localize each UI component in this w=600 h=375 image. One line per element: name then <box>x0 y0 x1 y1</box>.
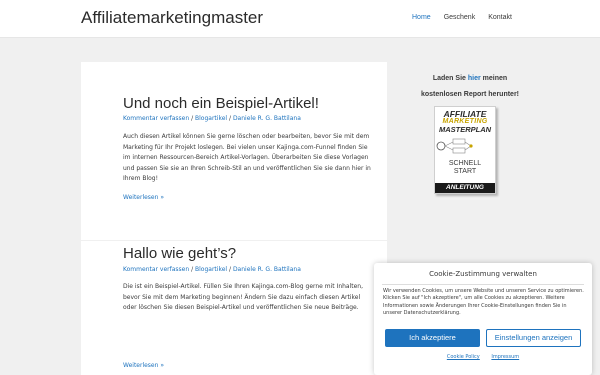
meta-separator: / <box>228 266 232 273</box>
nav-item-geschenk[interactable]: Geschenk <box>444 14 476 21</box>
post-card: Hallo wie geht’s? Kommentar verfassen / … <box>81 241 387 375</box>
cookie-policy-link[interactable]: Cookie Policy <box>447 354 480 360</box>
book-subtitle: SCHNELL START <box>435 160 495 175</box>
comment-link[interactable]: Kommentar verfassen <box>123 266 189 273</box>
book-banner: ANLEITUNG <box>435 183 495 193</box>
category-link[interactable]: Blogartikel <box>195 115 227 122</box>
report-text-start: Laden Sie <box>432 75 468 82</box>
comment-link[interactable]: Kommentar verfassen <box>123 115 189 122</box>
read-more-link[interactable]: Weiterlesen » <box>123 194 164 201</box>
main-nav: Home Geschenk Kontakt <box>412 14 525 21</box>
post-card: Und noch ein Beispiel-Artikel! Kommentar… <box>81 62 387 240</box>
report-text-end: meinen <box>480 75 508 82</box>
accept-cookies-button[interactable]: Ich akzeptiere <box>385 329 480 347</box>
cookie-dialog-title: Cookie-Zustimmung verwalten <box>429 270 537 278</box>
site-title[interactable]: Affiliatemarketingmaster <box>81 8 263 28</box>
book-subtitle-line: START <box>453 167 477 175</box>
meta-separator: / <box>191 115 194 122</box>
nav-item-kontakt[interactable]: Kontakt <box>488 14 512 21</box>
post-meta: Kommentar verfassen / Blogartikel / Dani… <box>123 115 301 122</box>
post-excerpt: Auch diesen Artikel können Sie gerne lös… <box>123 133 371 182</box>
divider <box>382 284 584 285</box>
cookie-dialog-text: Wir verwenden Cookies, um unsere Website… <box>383 288 584 317</box>
book-title-line: AFFILIATE <box>443 109 487 119</box>
cookie-links: Cookie Policy Impressum <box>374 354 592 360</box>
category-link[interactable]: Blogartikel <box>195 266 227 273</box>
read-more-link[interactable]: Weiterlesen » <box>123 362 164 369</box>
post-excerpt: Die ist ein Beispiel-Artikel. Füllen Sie… <box>123 283 364 311</box>
cookie-settings-button[interactable]: Einstellungen anzeigen <box>486 329 581 347</box>
report-text-line2: kostenlosen Report herunter! <box>420 91 519 98</box>
post-title[interactable]: Und noch ein Beispiel-Artikel! <box>123 95 319 112</box>
report-download-link[interactable]: hier <box>468 75 481 82</box>
meta-separator: / <box>191 266 194 273</box>
nav-item-home[interactable]: Home <box>412 14 431 21</box>
author-link[interactable]: Daniele R. G. Battilana <box>233 266 301 273</box>
site-header: Affiliatemarketingmaster Home Geschenk K… <box>0 0 600 38</box>
report-text: Laden Sie hier meinen kostenlosen Report… <box>400 71 540 103</box>
meta-separator: / <box>228 115 232 122</box>
author-link[interactable]: Daniele R. G. Battilana <box>233 115 301 122</box>
post-title[interactable]: Hallo wie geht’s? <box>123 245 236 262</box>
book-subtitle-line: SCHNELL <box>448 160 482 167</box>
sidebar-widget: Laden Sie hier meinen kostenlosen Report… <box>400 71 540 103</box>
imprint-link[interactable]: Impressum <box>491 354 519 360</box>
post-meta: Kommentar verfassen / Blogartikel / Dani… <box>123 266 301 273</box>
funnel-diagram-icon <box>436 138 473 154</box>
report-book-cover[interactable]: AFFILIATE MARKETING MASTERPLAN SCHNELL S… <box>434 106 496 194</box>
book-title-line: MASTERPLAN <box>438 125 492 134</box>
cookie-consent-dialog: Cookie-Zustimmung verwalten Wir verwende… <box>374 263 592 375</box>
